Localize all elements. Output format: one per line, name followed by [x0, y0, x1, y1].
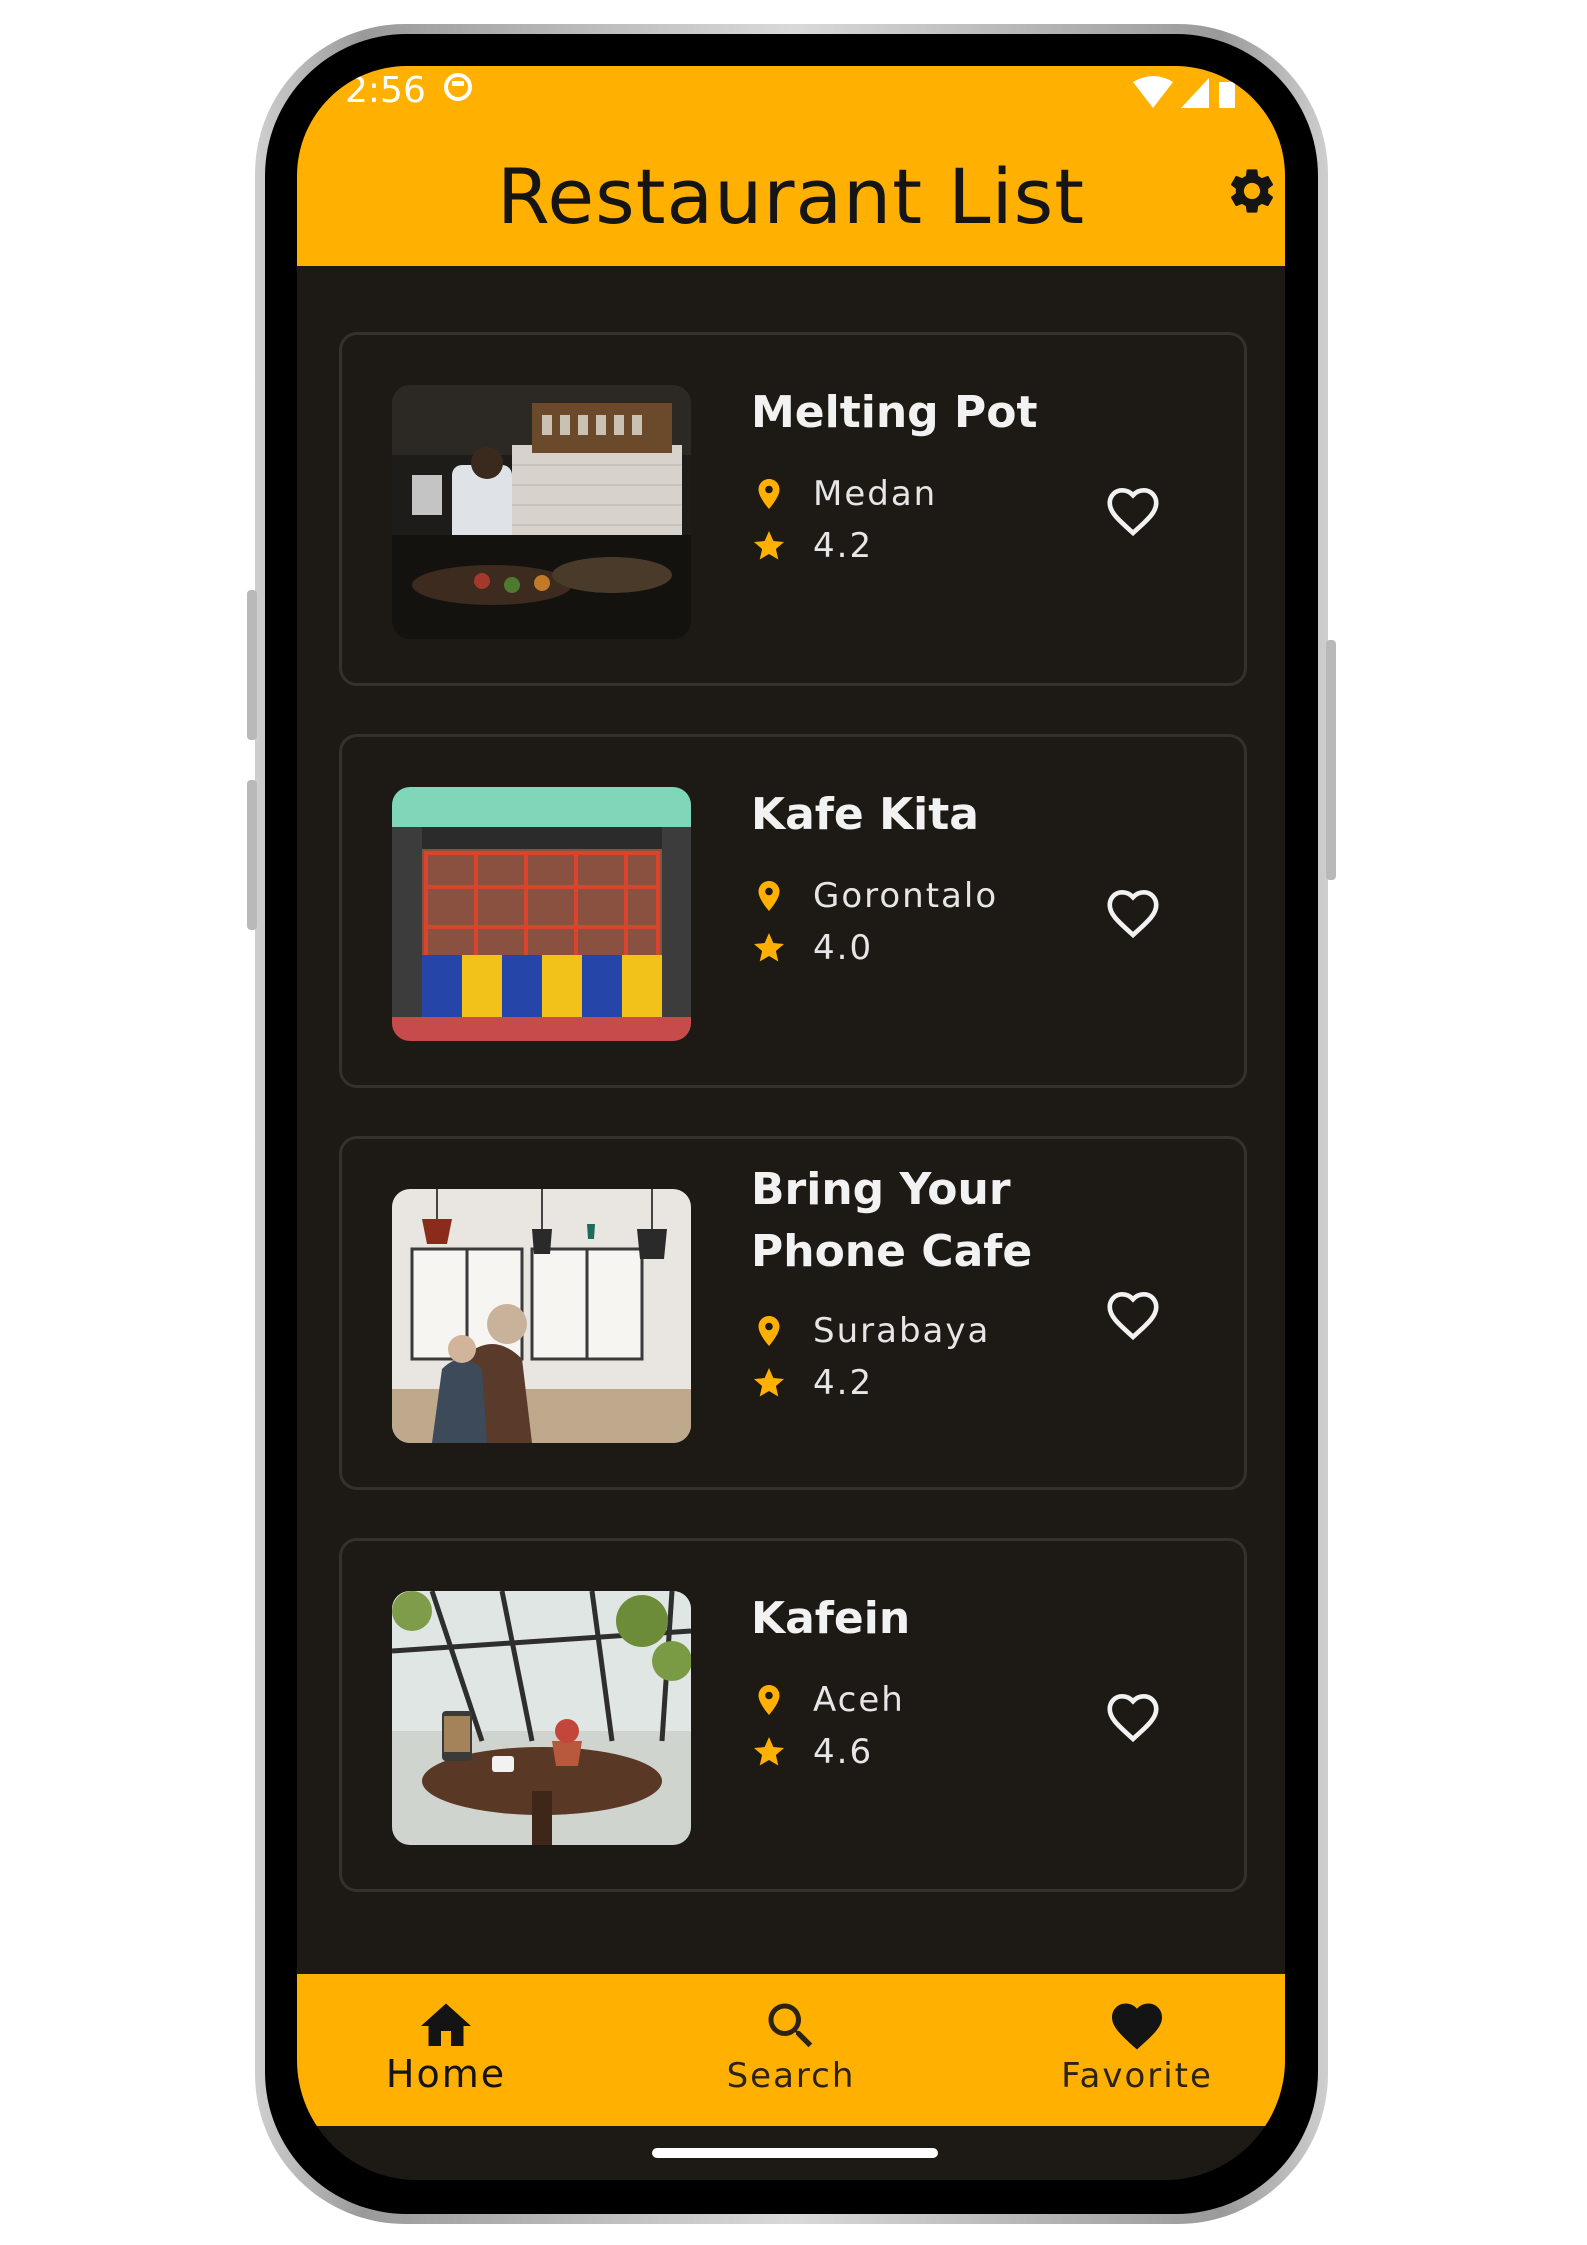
nav-label-search: Search	[726, 2056, 856, 2096]
restaurant-city: Medan	[813, 474, 938, 514]
star-icon	[754, 1368, 784, 1397]
star-icon	[754, 1737, 784, 1766]
restaurant-photo	[392, 1591, 691, 1845]
search-icon	[768, 2003, 813, 2048]
page-title: Restaurant List	[496, 152, 1086, 241]
restaurant-rating: 4.2	[813, 1363, 874, 1403]
location-row: Gorontalo	[751, 871, 1081, 921]
power-button	[1326, 640, 1336, 880]
volume-up-button	[247, 590, 257, 740]
rating-row: 4.2	[751, 1358, 1081, 1408]
favorite-heart-icon[interactable]	[1102, 882, 1164, 944]
home-icon	[421, 2003, 471, 2046]
restaurant-card[interactable]: Bring Your Phone Cafe Surabaya 4.2	[339, 1136, 1247, 1490]
location-pin-icon	[758, 881, 780, 911]
status-time: 2:56	[345, 70, 426, 111]
rating-row: 4.2	[751, 521, 1081, 571]
location-pin-icon	[758, 479, 780, 509]
nav-item-favorite[interactable]: Favorite	[1017, 1974, 1257, 2126]
location-pin-icon	[758, 1685, 780, 1715]
app-bar: 2:56 Restaurant List	[297, 66, 1285, 266]
restaurant-name: Bring Your Phone Cafe	[751, 1164, 1033, 1277]
heart-icon	[1112, 2003, 1162, 2050]
restaurant-city: Aceh	[813, 1680, 905, 1720]
favorite-heart-icon[interactable]	[1102, 480, 1164, 542]
restaurant-city: Surabaya	[813, 1311, 991, 1351]
app-screen: 2:56 Restaurant List Melting Pot Medan 4…	[297, 66, 1285, 2180]
restaurant-name: Kafe Kita	[751, 789, 979, 840]
restaurant-rating: 4.2	[813, 526, 874, 566]
location-row: Medan	[751, 469, 1081, 519]
restaurant-rating: 4.6	[813, 1732, 874, 1772]
restaurant-card[interactable]: Kafe Kita Gorontalo 4.0	[339, 734, 1247, 1088]
restaurant-card[interactable]: Kafein Aceh 4.6	[339, 1538, 1247, 1892]
nav-item-home[interactable]: Home	[326, 1974, 566, 2126]
location-row: Surabaya	[751, 1306, 1081, 1356]
volume-down-button	[247, 780, 257, 930]
restaurant-photo	[392, 385, 691, 639]
restaurant-photo	[392, 1189, 691, 1443]
restaurant-name: Kafein	[751, 1593, 911, 1644]
signal-icon	[1181, 78, 1209, 108]
rating-row: 4.6	[751, 1727, 1081, 1777]
nav-label-home: Home	[385, 2052, 507, 2096]
favorite-heart-icon[interactable]	[1102, 1686, 1164, 1748]
star-icon	[754, 933, 784, 962]
gear-icon[interactable]	[1225, 164, 1279, 218]
battery-icon	[1219, 82, 1235, 108]
nav-item-search[interactable]: Search	[671, 1974, 911, 2126]
favorite-heart-icon[interactable]	[1102, 1284, 1164, 1346]
restaurant-photo	[392, 787, 691, 1041]
home-indicator[interactable]	[652, 2148, 938, 2158]
nav-label-favorite: Favorite	[1061, 2056, 1213, 2096]
restaurant-rating: 4.0	[813, 928, 874, 968]
location-row: Aceh	[751, 1675, 1081, 1725]
restaurant-city: Gorontalo	[813, 876, 999, 916]
bottom-navigation: Home Search Favorite	[297, 1974, 1285, 2126]
rating-row: 4.0	[751, 923, 1081, 973]
status-icons	[1133, 76, 1235, 108]
wifi-icon	[1133, 76, 1173, 108]
location-pin-icon	[758, 1316, 780, 1346]
restaurant-card[interactable]: Melting Pot Medan 4.2	[339, 332, 1247, 686]
notification-icon	[444, 73, 472, 101]
restaurant-name: Melting Pot	[751, 387, 1038, 438]
star-icon	[754, 531, 784, 560]
